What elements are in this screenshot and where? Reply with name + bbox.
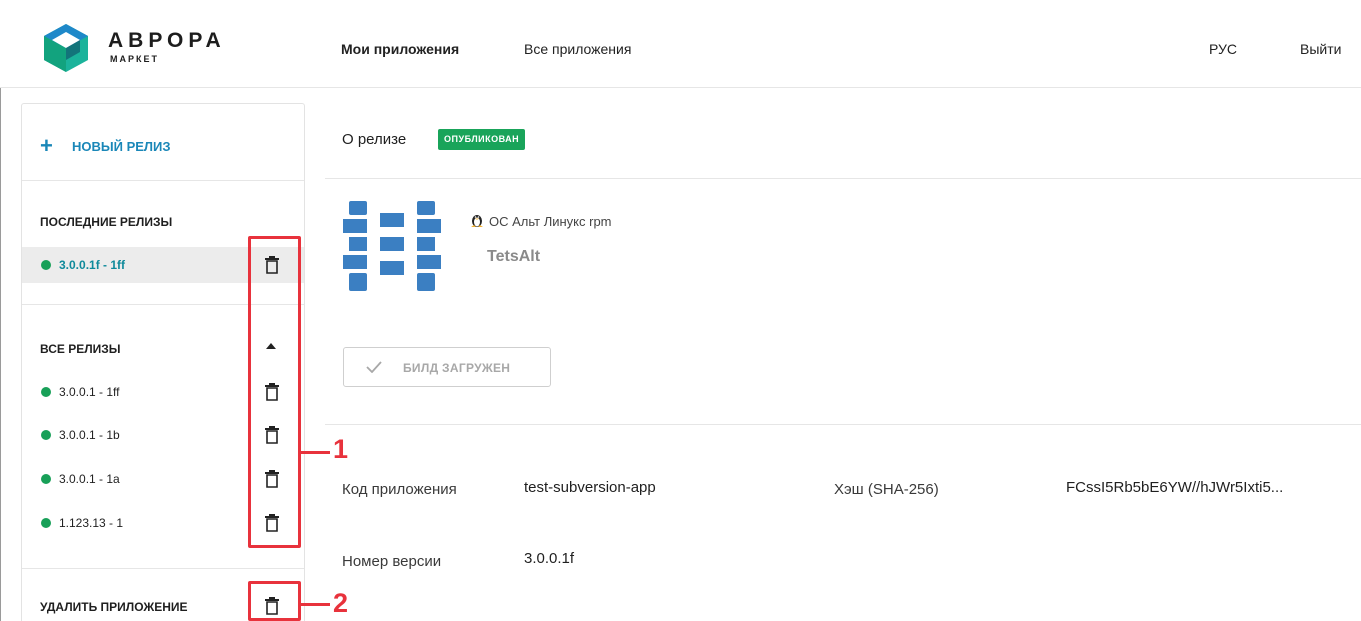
app-icon — [343, 201, 441, 291]
annotation-number-1: 1 — [333, 434, 349, 464]
status-dot — [41, 518, 51, 528]
app-code-value: test-subversion-app — [524, 479, 656, 496]
new-release-label: НОВЫЙ РЕЛИЗ — [72, 138, 171, 154]
nav-all-apps[interactable]: Все приложения — [524, 41, 631, 57]
plus-icon: + — [40, 133, 53, 158]
annotation-box-2 — [248, 581, 301, 621]
status-dot — [41, 260, 51, 270]
annotation-box-1 — [248, 236, 301, 548]
brand-subtitle: МАРКЕТ — [110, 54, 159, 64]
delete-app-label: УДАЛИТЬ ПРИЛОЖЕНИЕ — [40, 600, 188, 614]
divider — [325, 178, 1361, 179]
hash-value: FCssI5Rb5bE6YW//hJWr5Ixti5... — [1066, 479, 1284, 496]
new-release-button[interactable]: + НОВЫЙ РЕЛИЗ — [40, 133, 171, 158]
logout-link[interactable]: Выйти — [1300, 41, 1341, 57]
annotation-line-2 — [301, 603, 330, 606]
check-icon — [366, 361, 382, 373]
status-dot — [41, 387, 51, 397]
linux-icon — [471, 215, 483, 227]
app-code-label: Код приложения — [342, 481, 457, 498]
release-label: 3.0.0.1f - 1ff — [59, 258, 126, 272]
all-releases-heading: ВСЕ РЕЛИЗЫ — [40, 342, 121, 356]
top-header: АВРОРА МАРКЕТ Мои приложения Все приложе… — [0, 0, 1361, 88]
release-label: 3.0.0.1 - 1a — [59, 472, 120, 486]
version-value: 3.0.0.1f — [524, 550, 575, 567]
version-label: Номер версии — [342, 553, 442, 570]
release-label: 3.0.0.1 - 1ff — [59, 385, 120, 399]
os-label: ОС Альт Линукс rpm — [489, 214, 612, 229]
nav-my-apps[interactable]: Мои приложения — [341, 41, 459, 57]
logo-icon[interactable] — [40, 22, 92, 74]
release-info-title: О релизе — [342, 131, 407, 148]
annotation-number-2: 2 — [333, 588, 349, 618]
language-switch[interactable]: РУС — [1209, 41, 1237, 57]
divider — [325, 424, 1361, 425]
brand-name: АВРОРА — [108, 29, 226, 52]
status-dot — [41, 430, 51, 440]
latest-releases-heading: ПОСЛЕДНИЕ РЕЛИЗЫ — [40, 215, 173, 229]
release-label: 3.0.0.1 - 1b — [59, 428, 120, 442]
status-dot — [41, 474, 51, 484]
release-label: 1.123.13 - 1 — [59, 516, 124, 530]
app-name: TetsAlt — [487, 248, 541, 265]
divider — [22, 180, 304, 181]
build-uploaded-button[interactable]: БИЛД ЗАГРУЖЕН — [343, 347, 551, 387]
build-uploaded-label: БИЛД ЗАГРУЖЕН — [403, 361, 511, 375]
status-badge: ОПУБЛИКОВАН — [438, 129, 526, 150]
divider — [22, 568, 304, 569]
hash-label: Хэш (SHA-256) — [834, 481, 939, 498]
annotation-line-1 — [301, 451, 330, 454]
